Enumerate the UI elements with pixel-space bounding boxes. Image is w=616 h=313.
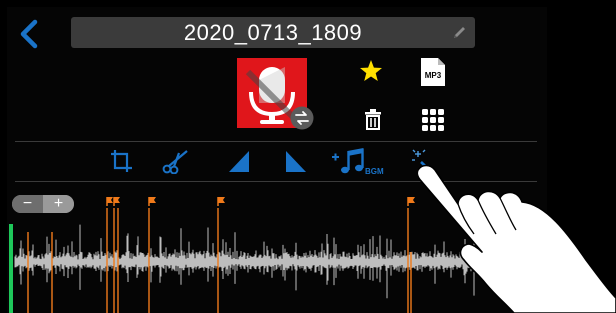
marker-flag[interactable] bbox=[148, 197, 156, 206]
marker-flag[interactable] bbox=[217, 197, 225, 206]
marker-flag[interactable] bbox=[113, 197, 120, 206]
playhead[interactable] bbox=[9, 224, 13, 313]
marker-flag[interactable] bbox=[407, 197, 415, 206]
screenshot: { "header": { "title": "2020_0713_1809" … bbox=[0, 0, 616, 313]
hand-pointer-icon bbox=[418, 164, 616, 313]
marker-flag[interactable] bbox=[106, 197, 113, 206]
